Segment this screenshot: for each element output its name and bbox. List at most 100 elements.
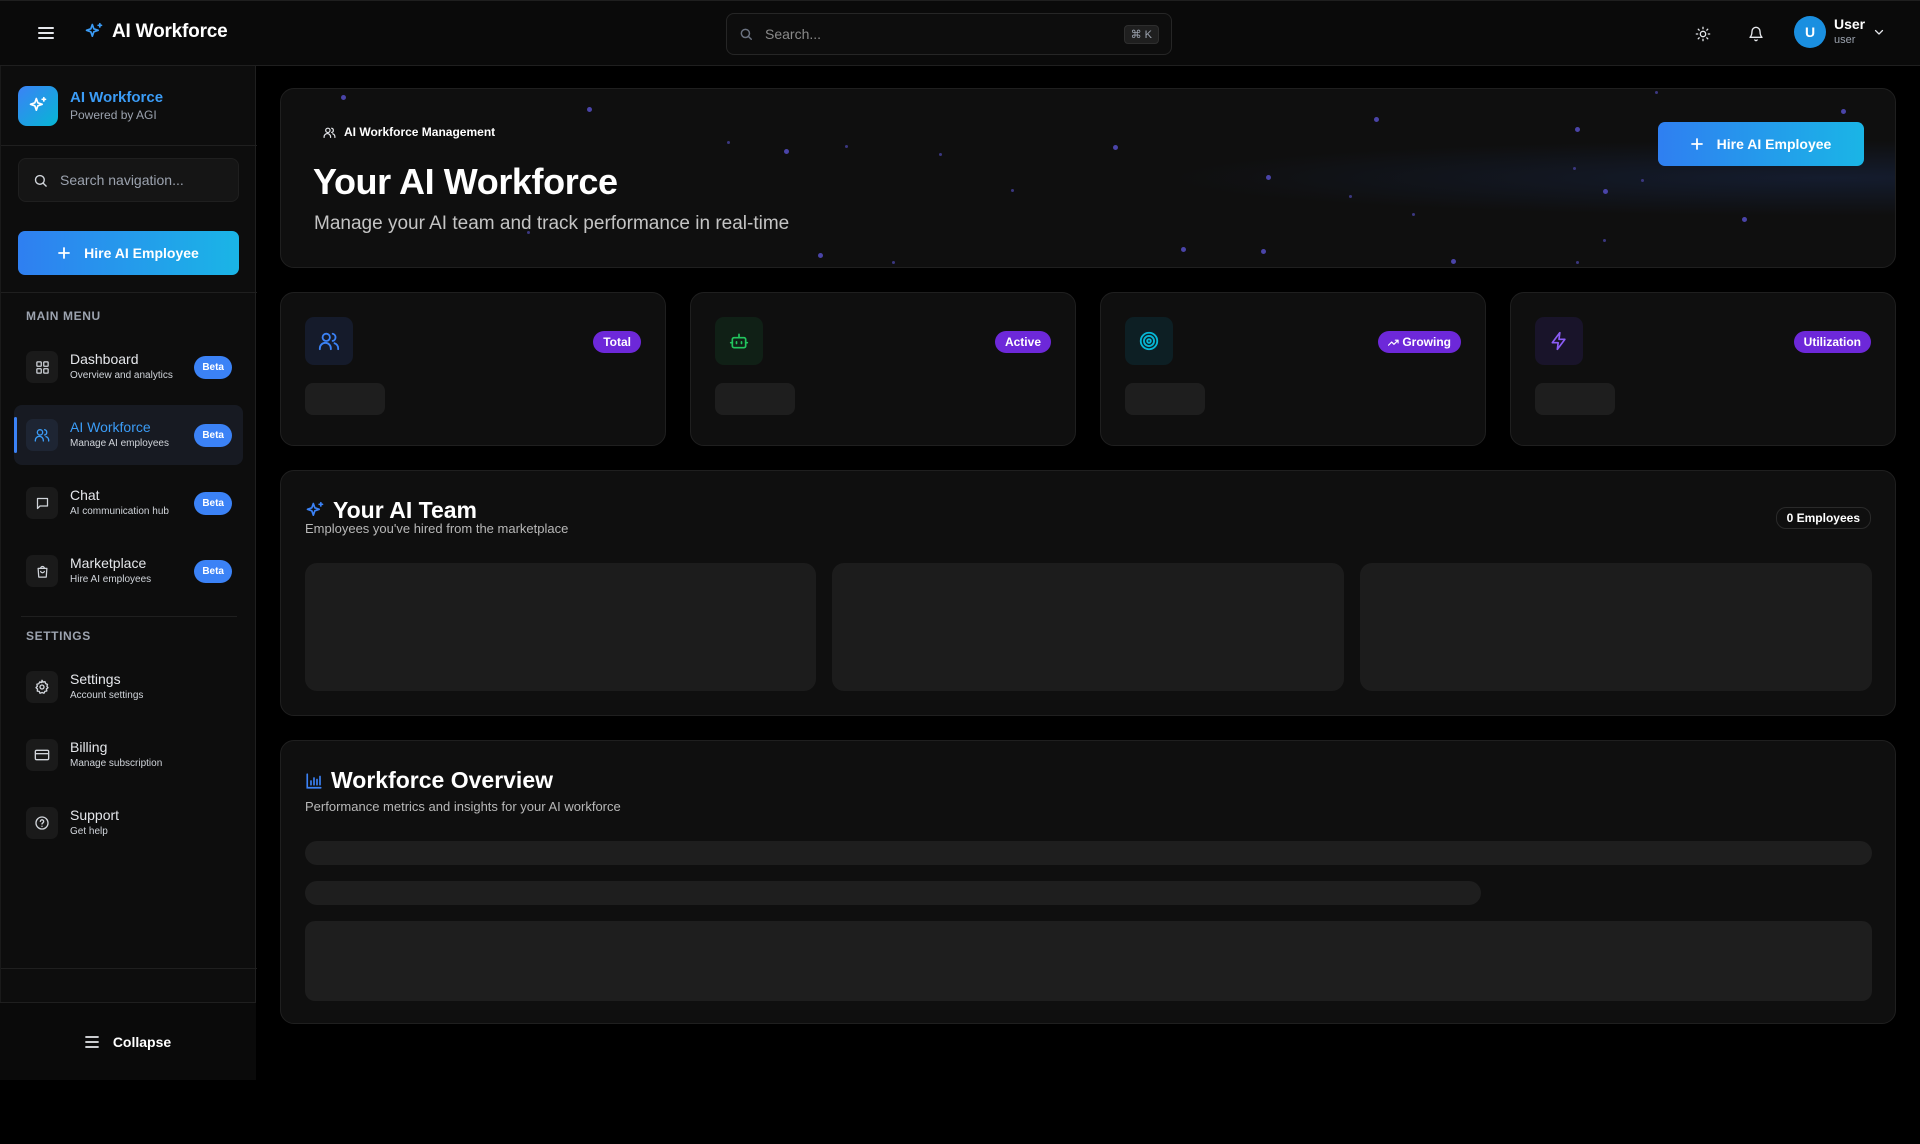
sidebar-item-marketplace[interactable]: Marketplace Hire AI employees Beta bbox=[14, 541, 243, 601]
sidebar-brand-subtitle: Powered by AGI bbox=[70, 108, 157, 122]
hire-employee-button[interactable]: Hire AI Employee bbox=[18, 231, 239, 275]
stat-card-active: Active bbox=[690, 292, 1076, 446]
decorative-dot bbox=[1451, 259, 1456, 264]
stat-badge: Utilization bbox=[1793, 331, 1871, 353]
sidebar-item-description: Manage subscription bbox=[70, 757, 163, 769]
decorative-dot bbox=[1603, 189, 1608, 194]
search-shortcut: ⌘ K bbox=[1123, 24, 1159, 44]
ai-team-section: Your AI Team Employees you've hired from… bbox=[280, 470, 1896, 716]
divider bbox=[1, 292, 257, 293]
loading-skeleton bbox=[305, 881, 1481, 905]
beta-badge: Beta bbox=[194, 355, 232, 379]
decorative-dot bbox=[1113, 145, 1118, 150]
search-icon bbox=[34, 174, 47, 187]
stat-badge: Active bbox=[994, 331, 1051, 353]
sidebar-item-description: Get help bbox=[70, 825, 108, 837]
sidebar-item-ai-workforce[interactable]: AI Workforce Manage AI employees Beta bbox=[14, 405, 243, 465]
sidebar-item-description: Account settings bbox=[70, 689, 144, 701]
sidebar-search-input[interactable]: Search navigation... bbox=[18, 158, 239, 202]
target-icon bbox=[1139, 331, 1159, 351]
section-title: Your AI Team bbox=[333, 497, 477, 523]
hire-employee-button[interactable]: Hire AI Employee bbox=[1658, 122, 1864, 166]
decorative-dot bbox=[784, 149, 789, 154]
hero-chip: AI Workforce Management bbox=[323, 125, 495, 139]
employee-card-skeleton bbox=[1360, 563, 1872, 691]
section-subtitle: Employees you've hired from the marketpl… bbox=[305, 521, 569, 536]
nav-icon-wrap bbox=[26, 419, 58, 451]
brand-title: AI Workforce bbox=[112, 21, 228, 42]
decorative-dot bbox=[727, 141, 730, 144]
decorative-dot bbox=[1576, 261, 1579, 264]
collapse-sidebar-button[interactable]: Collapse bbox=[0, 1002, 256, 1080]
plus-icon bbox=[58, 247, 71, 259]
sun-icon bbox=[1695, 26, 1711, 42]
divider bbox=[1, 968, 257, 969]
decorative-dot bbox=[845, 145, 848, 148]
beta-badge: Beta bbox=[194, 559, 232, 583]
sidebar-item-dashboard[interactable]: Dashboard Overview and analytics Beta bbox=[14, 337, 243, 397]
sidebar-item-description: Manage AI employees bbox=[70, 437, 169, 449]
hero-chip-label: AI Workforce Management bbox=[344, 125, 496, 139]
plus-icon bbox=[1690, 138, 1703, 150]
sparkles-icon bbox=[29, 96, 47, 111]
decorative-dot bbox=[1655, 91, 1658, 94]
decorative-dot bbox=[892, 261, 895, 264]
user-role: user bbox=[1834, 34, 1856, 46]
sidebar-item-chat[interactable]: Chat AI communication hub Beta bbox=[14, 473, 243, 533]
sidebar-item-billing[interactable]: Billing Manage subscription bbox=[14, 725, 243, 785]
nav-icon-wrap bbox=[26, 555, 58, 587]
sidebar-item-support[interactable]: Support Get help bbox=[14, 793, 243, 853]
sidebar-brand[interactable]: AI Workforce Powered by AGI bbox=[18, 86, 163, 126]
menu-icon bbox=[84, 1035, 99, 1048]
stat-badge: Total bbox=[593, 331, 641, 353]
user-menu[interactable]: U User user bbox=[1794, 16, 1885, 48]
sidebar-item-settings[interactable]: Settings Account settings bbox=[14, 657, 243, 717]
stat-badge: Growing bbox=[1377, 331, 1461, 353]
global-search-input[interactable]: Search... ⌘ K bbox=[726, 13, 1172, 55]
beta-badge: Beta bbox=[194, 491, 232, 515]
stat-card-utilization: Utilization bbox=[1510, 292, 1896, 446]
loading-skeleton bbox=[305, 383, 385, 415]
decorative-dot bbox=[1011, 189, 1014, 192]
main-menu-heading: MAIN MENU bbox=[26, 309, 101, 323]
decorative-dot bbox=[1603, 239, 1606, 242]
decorative-dot bbox=[587, 107, 592, 112]
brand[interactable]: AI Workforce bbox=[84, 21, 228, 43]
beta-badge: Beta bbox=[194, 423, 232, 447]
collapse-label: Collapse bbox=[112, 1033, 172, 1050]
zap-icon bbox=[1551, 331, 1566, 351]
divider bbox=[1, 145, 257, 146]
stat-card-total: Total bbox=[280, 292, 666, 446]
divider bbox=[21, 616, 237, 617]
loading-skeleton bbox=[1535, 383, 1615, 415]
avatar: U bbox=[1794, 16, 1826, 48]
decorative-dot bbox=[818, 253, 823, 258]
stat-icon-wrap bbox=[305, 317, 353, 365]
decorative-dot bbox=[341, 95, 346, 100]
bar-chart-icon bbox=[306, 772, 322, 789]
menu-toggle-button[interactable] bbox=[34, 21, 58, 45]
loading-skeleton bbox=[1125, 383, 1205, 415]
users-icon bbox=[323, 127, 336, 138]
nav-icon-wrap bbox=[26, 807, 58, 839]
loading-skeleton bbox=[715, 383, 795, 415]
sidebar-item-label: Marketplace bbox=[70, 554, 147, 571]
nav-icon-wrap bbox=[26, 351, 58, 383]
users-icon bbox=[318, 332, 340, 351]
stat-icon-wrap bbox=[1125, 317, 1173, 365]
decorative-dot bbox=[1266, 175, 1271, 180]
sidebar-item-label: Support bbox=[70, 806, 120, 823]
chevron-down-icon bbox=[1875, 29, 1884, 35]
search-placeholder: Search... bbox=[765, 26, 822, 42]
theme-toggle-button[interactable] bbox=[1691, 22, 1715, 46]
notifications-button[interactable] bbox=[1744, 22, 1768, 46]
sidebar-item-label: Dashboard bbox=[70, 350, 139, 367]
sidebar-item-label: AI Workforce bbox=[70, 418, 151, 435]
employee-count-badge: 0 Employees bbox=[1775, 507, 1871, 529]
gear-icon bbox=[35, 679, 49, 694]
trending-up-icon bbox=[1387, 339, 1399, 347]
bell-icon bbox=[1749, 26, 1763, 42]
page-subtitle: Manage your AI team and track performanc… bbox=[314, 213, 790, 234]
workforce-overview-section: Workforce Overview Performance metrics a… bbox=[280, 740, 1896, 1024]
section-subtitle: Performance metrics and insights for you… bbox=[305, 799, 621, 814]
